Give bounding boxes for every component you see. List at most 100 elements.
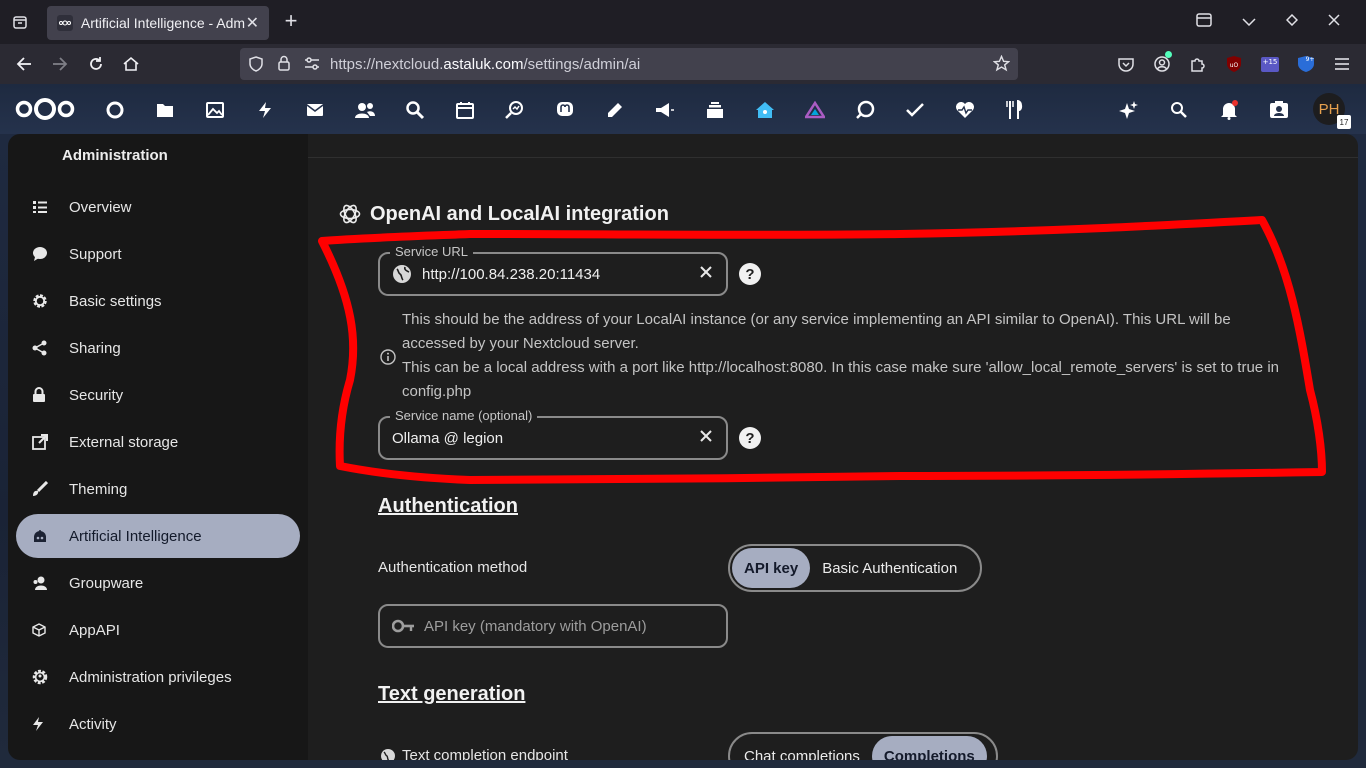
completion-endpoint-switch[interactable]: Chat completions Completions: [728, 732, 998, 760]
chat-completions-option[interactable]: Chat completions: [732, 736, 872, 761]
sidebar-item-label: Groupware: [69, 574, 144, 592]
analytics-search-icon[interactable]: [504, 99, 526, 121]
menu-hamburger-icon[interactable]: [1332, 54, 1352, 74]
sidebar-item-administration-privileges[interactable]: Administration privileges: [16, 655, 300, 699]
tracking-protection-shield-icon[interactable]: [249, 56, 263, 77]
contacts-menu-icon[interactable]: [1268, 99, 1290, 121]
sidebar-item-appapi[interactable]: AppAPI: [16, 608, 300, 652]
forward-arrow-icon[interactable]: [48, 52, 72, 76]
jellyfin-triangle-icon[interactable]: [804, 99, 826, 121]
share-icon: [32, 338, 60, 358]
sidebar-item-theming[interactable]: Theming: [16, 467, 300, 511]
sidebar-item-label: AppAPI: [69, 621, 120, 639]
cookbook-fork-knife-icon[interactable]: [1004, 99, 1026, 121]
url-path: /settings/admin/ai: [523, 55, 641, 73]
sidebar-item-sharing[interactable]: Sharing: [16, 326, 300, 370]
tab-close-icon[interactable]: ✕: [246, 13, 259, 33]
bookmark-star-icon[interactable]: [992, 54, 1011, 77]
firefox-view-icon[interactable]: [1196, 12, 1212, 32]
back-arrow-icon[interactable]: [12, 52, 36, 76]
hint-line: config.php: [402, 383, 472, 400]
service-url-legend: Service URL: [390, 244, 473, 259]
service-name-field[interactable]: Service name (optional) Ollama @ legion: [378, 408, 728, 460]
dashboard-icon[interactable]: [104, 99, 126, 121]
svg-text:uO: uO: [1230, 62, 1239, 69]
cube-icon: [32, 620, 60, 640]
calendar-icon[interactable]: [454, 99, 476, 121]
sidebar-item-activity[interactable]: Activity: [16, 702, 300, 746]
assistant-sparkle-icon[interactable]: [1118, 99, 1140, 121]
sidebar-item-support[interactable]: Support: [16, 232, 300, 276]
extensions-puzzle-icon[interactable]: [1188, 54, 1208, 74]
mastodon-icon[interactable]: [554, 99, 576, 121]
url-text[interactable]: https://nextcloud.astaluk.com/settings/a…: [330, 56, 640, 73]
endpoint-globe-icon: [380, 748, 396, 760]
browser-nav-bar: https://nextcloud.astaluk.com/settings/a…: [0, 44, 1366, 84]
list-all-tabs-icon[interactable]: [1242, 13, 1256, 31]
activity-lightning-icon[interactable]: [254, 99, 276, 121]
clear-service-name-icon[interactable]: [698, 428, 714, 449]
sidebar-item-label: Artificial Intelligence: [69, 527, 202, 545]
mail-icon[interactable]: [304, 99, 326, 121]
nextcloud-logo-icon[interactable]: [14, 98, 76, 120]
contacts-icon[interactable]: [354, 99, 376, 121]
clear-service-url-icon[interactable]: [698, 264, 714, 285]
diamond-extension-icon[interactable]: [1285, 13, 1299, 31]
authentication-method-switch[interactable]: API key Basic Authentication: [728, 544, 982, 592]
browser-tab-active[interactable]: Artificial Intelligence - Adm ✕: [47, 6, 269, 40]
sidebar-item-artificial-intelligence[interactable]: Artificial Intelligence: [16, 514, 300, 558]
sidebar-item-groupware[interactable]: Groupware: [16, 561, 300, 605]
sidebar-item-security[interactable]: Security: [16, 373, 300, 417]
window-close-icon[interactable]: [1328, 13, 1340, 31]
text-completion-endpoint-label: Text completion endpoint: [402, 747, 568, 760]
service-name-help-icon[interactable]: ?: [739, 427, 761, 449]
api-key-option[interactable]: API key: [732, 548, 811, 588]
home-assistant-icon[interactable]: [754, 99, 776, 121]
pocket-icon[interactable]: [1116, 54, 1136, 74]
account-icon[interactable]: [1152, 51, 1172, 74]
sidebar-item-label: Sharing: [69, 339, 121, 357]
sidebar-item-overview[interactable]: Overview: [16, 185, 300, 229]
admin-sidebar: Administration Overview Support Basic se…: [8, 134, 308, 760]
paintbrush-icon: [32, 479, 60, 499]
tab-list-icon[interactable]: [0, 0, 40, 44]
sidebar-item-label: Activity: [69, 715, 117, 733]
sidebar-item-label: Basic settings: [69, 292, 162, 310]
unified-search-icon[interactable]: [1168, 99, 1190, 121]
bitwarden-like-extension-icon[interactable]: +15: [1260, 54, 1280, 74]
lock-icon[interactable]: [278, 55, 290, 76]
reload-icon[interactable]: [84, 52, 108, 76]
admin-gear-icon: [32, 667, 60, 687]
api-key-input[interactable]: API key (mandatory with OpenAI): [424, 618, 647, 635]
sidebar-item-basic-settings[interactable]: Basic settings: [16, 279, 300, 323]
talk-chat-icon[interactable]: [854, 99, 876, 121]
tasks-checkmark-icon[interactable]: [904, 99, 926, 121]
basic-auth-option[interactable]: Basic Authentication: [810, 548, 969, 588]
health-heart-icon[interactable]: [954, 99, 976, 121]
deck-stack-icon[interactable]: [704, 99, 726, 121]
site-permissions-icon[interactable]: [304, 57, 320, 76]
api-key-field[interactable]: API key (mandatory with OpenAI): [378, 604, 728, 648]
home-icon[interactable]: [119, 52, 143, 76]
hint-line: This can be a local address with a port …: [402, 359, 1279, 376]
privacy-shield-extension-icon[interactable]: 9+: [1296, 54, 1316, 74]
service-name-input[interactable]: Ollama @ legion: [392, 430, 503, 447]
service-url-field[interactable]: Service URL http://100.84.238.20:11434: [378, 244, 728, 296]
service-url-help-icon[interactable]: ?: [739, 263, 761, 285]
ublock-origin-icon[interactable]: uO: [1224, 54, 1244, 74]
service-url-input[interactable]: http://100.84.238.20:11434: [422, 266, 600, 283]
search-people-icon[interactable]: [404, 99, 426, 121]
photos-icon[interactable]: [204, 99, 226, 121]
announcements-megaphone-icon[interactable]: [654, 99, 676, 121]
notifications-bell-icon[interactable]: [1218, 99, 1240, 121]
sidebar-item-external-storage[interactable]: External storage: [16, 420, 300, 464]
lock-icon: [32, 385, 60, 405]
completions-option[interactable]: Completions: [871, 736, 987, 760]
notes-pencil-icon[interactable]: [604, 99, 626, 121]
list-icon: [32, 197, 60, 217]
address-bar[interactable]: https://nextcloud.astaluk.com/settings/a…: [240, 48, 1018, 80]
service-name-legend: Service name (optional): [390, 408, 538, 423]
files-folder-icon[interactable]: [154, 99, 176, 121]
new-tab-icon[interactable]: +: [280, 10, 302, 34]
openai-logo-icon: [338, 202, 362, 226]
